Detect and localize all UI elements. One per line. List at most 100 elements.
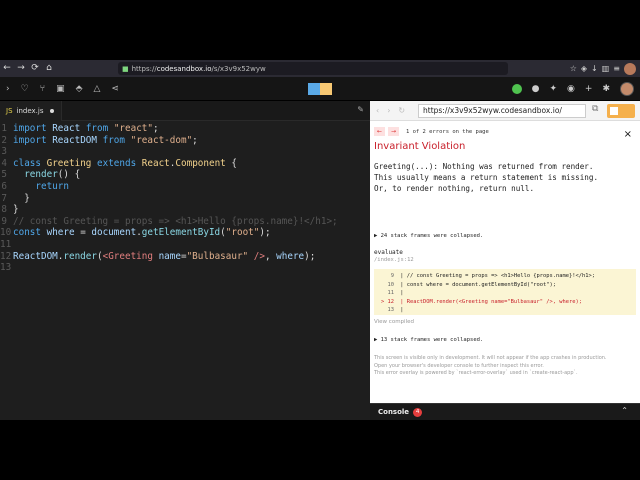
eye-icon[interactable]: ◉ bbox=[567, 84, 575, 94]
preview-nav-bar: ‹ › ↻ https://x3v9x52wyw.codesandbox.io/… bbox=[370, 101, 640, 121]
back-icon[interactable]: ← bbox=[0, 60, 14, 77]
screen: ← → ⟳ ⌂ ■ https://codesandbox.io/s/x3v9x… bbox=[0, 60, 640, 420]
code-line[interactable]: 12 ReactDOM. render(<Greeting name = "Bulbas… bbox=[0, 251, 370, 263]
snippet-line-number: 13 bbox=[387, 307, 395, 313]
tab-label: index.js bbox=[16, 107, 44, 115]
profile-avatar[interactable] bbox=[624, 62, 636, 75]
code-token: () { bbox=[57, 169, 81, 181]
code-editor[interactable]: JS index.js ✎ 1 import React from "react"… bbox=[0, 101, 370, 420]
code-token: "Bulbasaur" bbox=[186, 250, 249, 262]
github-icon[interactable]: ● bbox=[532, 84, 540, 94]
error-overlay: ← → 1 of 2 errors on the page × Invarian… bbox=[370, 121, 640, 403]
collapsed-frames-bottom[interactable]: ▶ 13 stack frames were collapsed. bbox=[374, 337, 483, 343]
code-line[interactable]: 8} bbox=[0, 204, 370, 216]
preview-toggle[interactable] bbox=[607, 104, 635, 118]
line-number: 5 bbox=[1, 169, 7, 181]
snippet-line: 9 | // const Greeting = props => <h1>Hel… bbox=[374, 272, 636, 281]
bookmark-icon[interactable]: ☆ bbox=[570, 64, 577, 73]
preview-reload-icon[interactable]: ↻ bbox=[398, 101, 405, 121]
line-number: 9 bbox=[1, 215, 7, 227]
code-line[interactable]: 6 return bbox=[0, 181, 370, 193]
code-line[interactable]: 2 import ReactDOM from "react-dom"; bbox=[0, 135, 370, 147]
status-icon[interactable] bbox=[511, 84, 522, 94]
line-number: 8 bbox=[1, 204, 7, 216]
gear-icon[interactable]: ✱ bbox=[602, 84, 610, 94]
code-token: ; bbox=[153, 123, 159, 134]
snippet-line-number: > 12 bbox=[381, 298, 394, 305]
code-line[interactable]: 4 class Greeting extends React. Component … bbox=[0, 158, 370, 170]
stack-file-link[interactable]: /index.js:12 bbox=[374, 257, 414, 263]
triangle-icon[interactable]: △ bbox=[94, 84, 101, 94]
editor-tabs: JS index.js ✎ bbox=[0, 101, 370, 121]
code-line[interactable]: 1 import React from "react"; bbox=[0, 123, 370, 135]
line-number: 2 bbox=[1, 134, 7, 146]
code-token: ReactDOM bbox=[13, 250, 58, 262]
twitter-icon[interactable]: ✦ bbox=[550, 84, 558, 94]
line-number: 4 bbox=[1, 157, 7, 169]
code-token: from bbox=[85, 123, 109, 134]
stack-function-name: evaluate bbox=[374, 249, 403, 256]
forward-icon[interactable]: → bbox=[14, 60, 28, 77]
code-token: ); bbox=[259, 227, 271, 239]
add-icon[interactable]: + bbox=[585, 84, 593, 94]
error-counter: 1 of 2 errors on the page bbox=[406, 128, 489, 135]
home-icon[interactable]: ⌂ bbox=[42, 60, 56, 77]
line-number: 10 bbox=[0, 227, 12, 239]
footer-line: This error overlay is powered by `react-… bbox=[374, 370, 578, 376]
chevron-right-icon[interactable]: › bbox=[6, 84, 10, 94]
code-token: render bbox=[63, 250, 97, 262]
line-number: 11 bbox=[0, 238, 12, 250]
tab-index-js[interactable]: JS index.js bbox=[0, 101, 62, 121]
snippet-line: 13 | bbox=[374, 306, 636, 315]
code-line[interactable]: 9 // const Greeting = props => <h1>Hello … bbox=[0, 216, 370, 228]
code-token: Greeting bbox=[46, 157, 92, 169]
footer-line: Open your browser's developer console to… bbox=[374, 362, 544, 369]
line-number: 13 bbox=[0, 262, 12, 274]
close-icon[interactable]: × bbox=[624, 129, 632, 140]
snippet-line: 11 | bbox=[374, 289, 636, 298]
code-token: ); bbox=[304, 250, 316, 262]
code-token: } bbox=[13, 204, 19, 216]
preview-back-icon[interactable]: ‹ bbox=[376, 101, 379, 121]
prev-error-button[interactable]: ← bbox=[374, 127, 385, 136]
code-line[interactable]: 10 const where = document. getElementById(… bbox=[0, 227, 370, 239]
deploy-icon[interactable]: ⬘ bbox=[76, 84, 83, 94]
line-number: 7 bbox=[1, 192, 7, 204]
code-snippet: 9 | // const Greeting = props => <h1>Hel… bbox=[374, 269, 636, 315]
user-avatar[interactable] bbox=[620, 82, 634, 96]
pencil-icon[interactable]: ✎ bbox=[357, 105, 364, 114]
preview-url-input[interactable]: https://x3v9x52wyw.codesandbox.io/ bbox=[418, 104, 586, 118]
code-line[interactable]: 11 bbox=[0, 239, 370, 251]
download-icon[interactable]: ↓ bbox=[591, 64, 598, 73]
open-new-window-icon[interactable]: ⧉ bbox=[592, 104, 598, 114]
code-line[interactable]: 7 } bbox=[0, 193, 370, 205]
address-field[interactable]: ■ https://codesandbox.io/s/x3v9x52wyw bbox=[118, 62, 508, 75]
line-number: 6 bbox=[1, 180, 7, 192]
share-icon[interactable]: ⋖ bbox=[111, 84, 119, 94]
library-icon[interactable]: ▥ bbox=[602, 64, 610, 73]
console-bar[interactable]: Console 4 ⌃ bbox=[370, 403, 640, 420]
code-token: ReactDOM bbox=[52, 134, 97, 146]
browser-url-bar: ← → ⟳ ⌂ ■ https://codesandbox.io/s/x3v9x… bbox=[0, 60, 640, 77]
line-number: 3 bbox=[1, 146, 7, 158]
code-line[interactable]: 5 render() { bbox=[0, 169, 370, 181]
unsaved-dot-icon bbox=[50, 109, 55, 113]
view-compiled-link[interactable]: View compiled bbox=[374, 319, 414, 325]
code-token: extends bbox=[97, 157, 137, 169]
browser-extensions: ☆ ◈ ↓ ▥ ≡ bbox=[570, 60, 640, 77]
save-icon[interactable]: ▣ bbox=[56, 84, 65, 94]
pocket-icon[interactable]: ◈ bbox=[581, 64, 587, 73]
error-title: Invariant Violation bbox=[374, 141, 466, 152]
preview-forward-icon[interactable]: › bbox=[387, 101, 390, 121]
code-line[interactable]: 3 bbox=[0, 146, 370, 158]
menu-icon[interactable]: ≡ bbox=[613, 64, 620, 73]
next-error-button[interactable]: → bbox=[388, 127, 399, 136]
fork-icon[interactable]: ⑂ bbox=[40, 84, 45, 94]
code-token: const bbox=[13, 227, 41, 239]
code-line[interactable]: 13 bbox=[0, 262, 370, 274]
heart-icon[interactable]: ♡ bbox=[21, 84, 29, 94]
code-lines[interactable]: 1 import React from "react"; 2 import React… bbox=[0, 123, 370, 274]
collapsed-frames-top[interactable]: ▶ 24 stack frames were collapsed. bbox=[374, 233, 483, 239]
chevron-up-icon[interactable]: ⌃ bbox=[621, 406, 628, 415]
reload-icon[interactable]: ⟳ bbox=[28, 60, 42, 77]
